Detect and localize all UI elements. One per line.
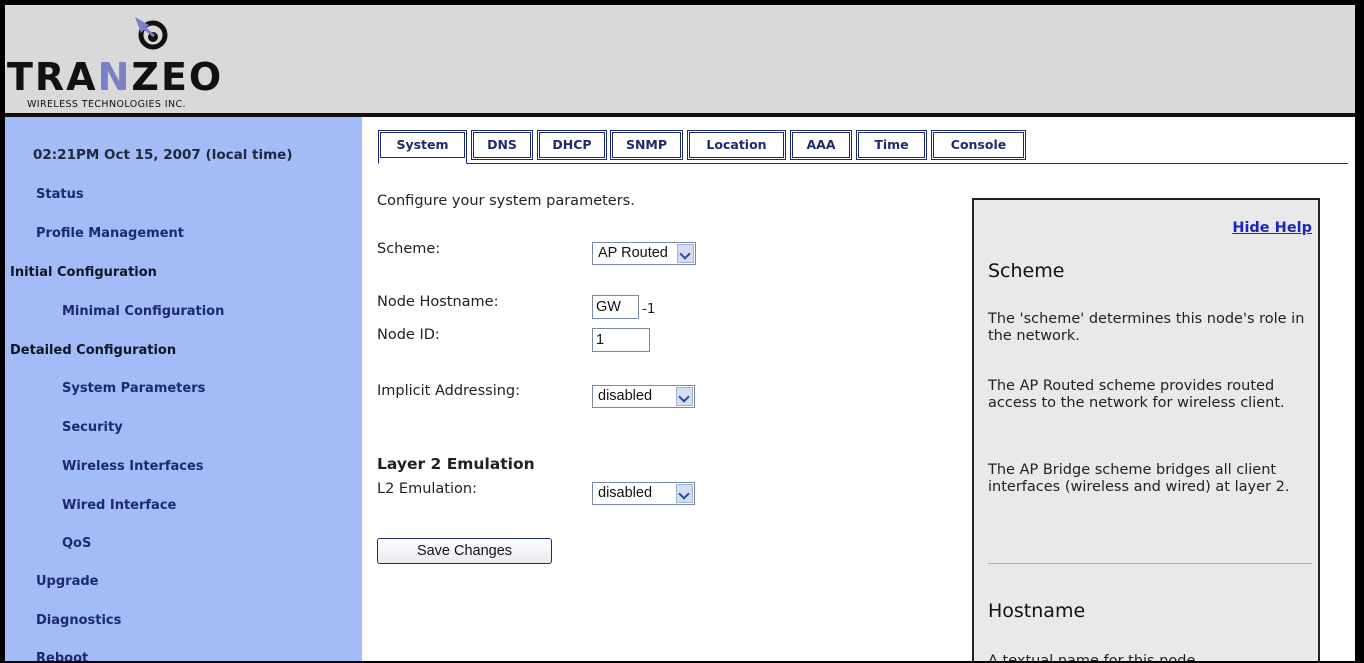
sidebar-item-status[interactable]: Status xyxy=(36,187,84,202)
node-hostname-suffix: -1 xyxy=(642,301,656,317)
tab-aaa[interactable]: AAA xyxy=(790,130,852,160)
help-scheme-text-2: The AP Routed scheme provides routed acc… xyxy=(988,378,1285,411)
sidebar-item-detailed-configuration[interactable]: Detailed Configuration xyxy=(10,343,176,358)
layer2-emulation-heading: Layer 2 Emulation xyxy=(377,455,535,473)
implicit-addressing-select[interactable]: disabled xyxy=(592,385,695,408)
node-hostname-label: Node Hostname: xyxy=(377,294,499,310)
sidebar-item-security[interactable]: Security xyxy=(62,420,123,435)
sidebar-item-wired-interface[interactable]: Wired Interface xyxy=(62,498,176,513)
help-hostname-title: Hostname xyxy=(988,600,1086,622)
help-scheme-text-3: The AP Bridge scheme bridges all client … xyxy=(988,462,1290,495)
chevron-down-icon xyxy=(676,387,693,406)
brand-name: TRANZEO xyxy=(7,55,224,99)
sidebar-item-reboot[interactable]: Reboot xyxy=(36,651,88,661)
sidebar-item-qos[interactable]: QoS xyxy=(62,536,91,551)
header: TRANZEO WIRELESS TECHNOLOGIES INC. xyxy=(5,5,1355,117)
scheme-select[interactable]: AP Routed xyxy=(592,242,696,265)
brand-tagline: WIRELESS TECHNOLOGIES INC. xyxy=(27,99,186,110)
node-id-input[interactable]: 1 xyxy=(592,328,650,352)
sidebar: 02:21PM Oct 15, 2007 (local time) Status… xyxy=(5,117,362,661)
sidebar-item-upgrade[interactable]: Upgrade xyxy=(36,574,98,589)
tab-bar: System DNS DHCP SNMP Location AAA Time C… xyxy=(378,130,1348,164)
page: TRANZEO WIRELESS TECHNOLOGIES INC. 02:21… xyxy=(5,5,1355,661)
local-time-clock: 02:21PM Oct 15, 2007 (local time) xyxy=(33,147,293,163)
form-intro: Configure your system parameters. xyxy=(377,193,635,209)
implicit-addressing-label: Implicit Addressing: xyxy=(377,383,521,399)
node-hostname-input[interactable]: GW xyxy=(592,295,639,319)
help-panel: Hide Help Scheme The 'scheme' determines… xyxy=(972,198,1320,661)
sidebar-item-diagnostics[interactable]: Diagnostics xyxy=(36,613,121,628)
chevron-down-icon xyxy=(677,244,694,263)
help-divider xyxy=(988,563,1312,564)
tab-dns[interactable]: DNS xyxy=(471,130,533,160)
tab-system[interactable]: System xyxy=(378,130,467,164)
sidebar-item-wireless-interfaces[interactable]: Wireless Interfaces xyxy=(62,459,204,474)
l2-emulation-value: disabled xyxy=(598,485,653,501)
help-hostname-text: A textual name for this node. xyxy=(988,653,1200,661)
tab-time[interactable]: Time xyxy=(856,130,927,160)
scheme-label: Scheme: xyxy=(377,241,441,257)
brand-emblem-icon xyxy=(135,17,168,50)
l2-emulation-select[interactable]: disabled xyxy=(592,482,695,505)
tab-snmp[interactable]: SNMP xyxy=(610,130,683,160)
help-scheme-text-1: The 'scheme' determines this node's role… xyxy=(988,311,1305,344)
hide-help-link[interactable]: Hide Help xyxy=(1232,220,1312,236)
chevron-down-icon xyxy=(676,484,693,503)
tab-dhcp[interactable]: DHCP xyxy=(537,130,607,160)
implicit-addressing-value: disabled xyxy=(598,388,653,404)
sidebar-item-minimal-configuration[interactable]: Minimal Configuration xyxy=(62,304,224,319)
scheme-select-value: AP Routed xyxy=(598,245,668,261)
node-id-label: Node ID: xyxy=(377,327,440,343)
tranzeo-logo: TRANZEO WIRELESS TECHNOLOGIES INC. xyxy=(5,13,295,111)
sidebar-item-system-parameters[interactable]: System Parameters xyxy=(62,381,205,396)
sidebar-item-initial-configuration[interactable]: Initial Configuration xyxy=(10,265,157,280)
l2-emulation-label: L2 Emulation: xyxy=(377,481,477,497)
tab-console[interactable]: Console xyxy=(931,130,1026,160)
sidebar-item-profile-management[interactable]: Profile Management xyxy=(36,226,184,241)
help-scheme-title: Scheme xyxy=(988,260,1065,282)
tab-location[interactable]: Location xyxy=(687,130,786,160)
save-changes-button[interactable]: Save Changes xyxy=(377,538,552,564)
